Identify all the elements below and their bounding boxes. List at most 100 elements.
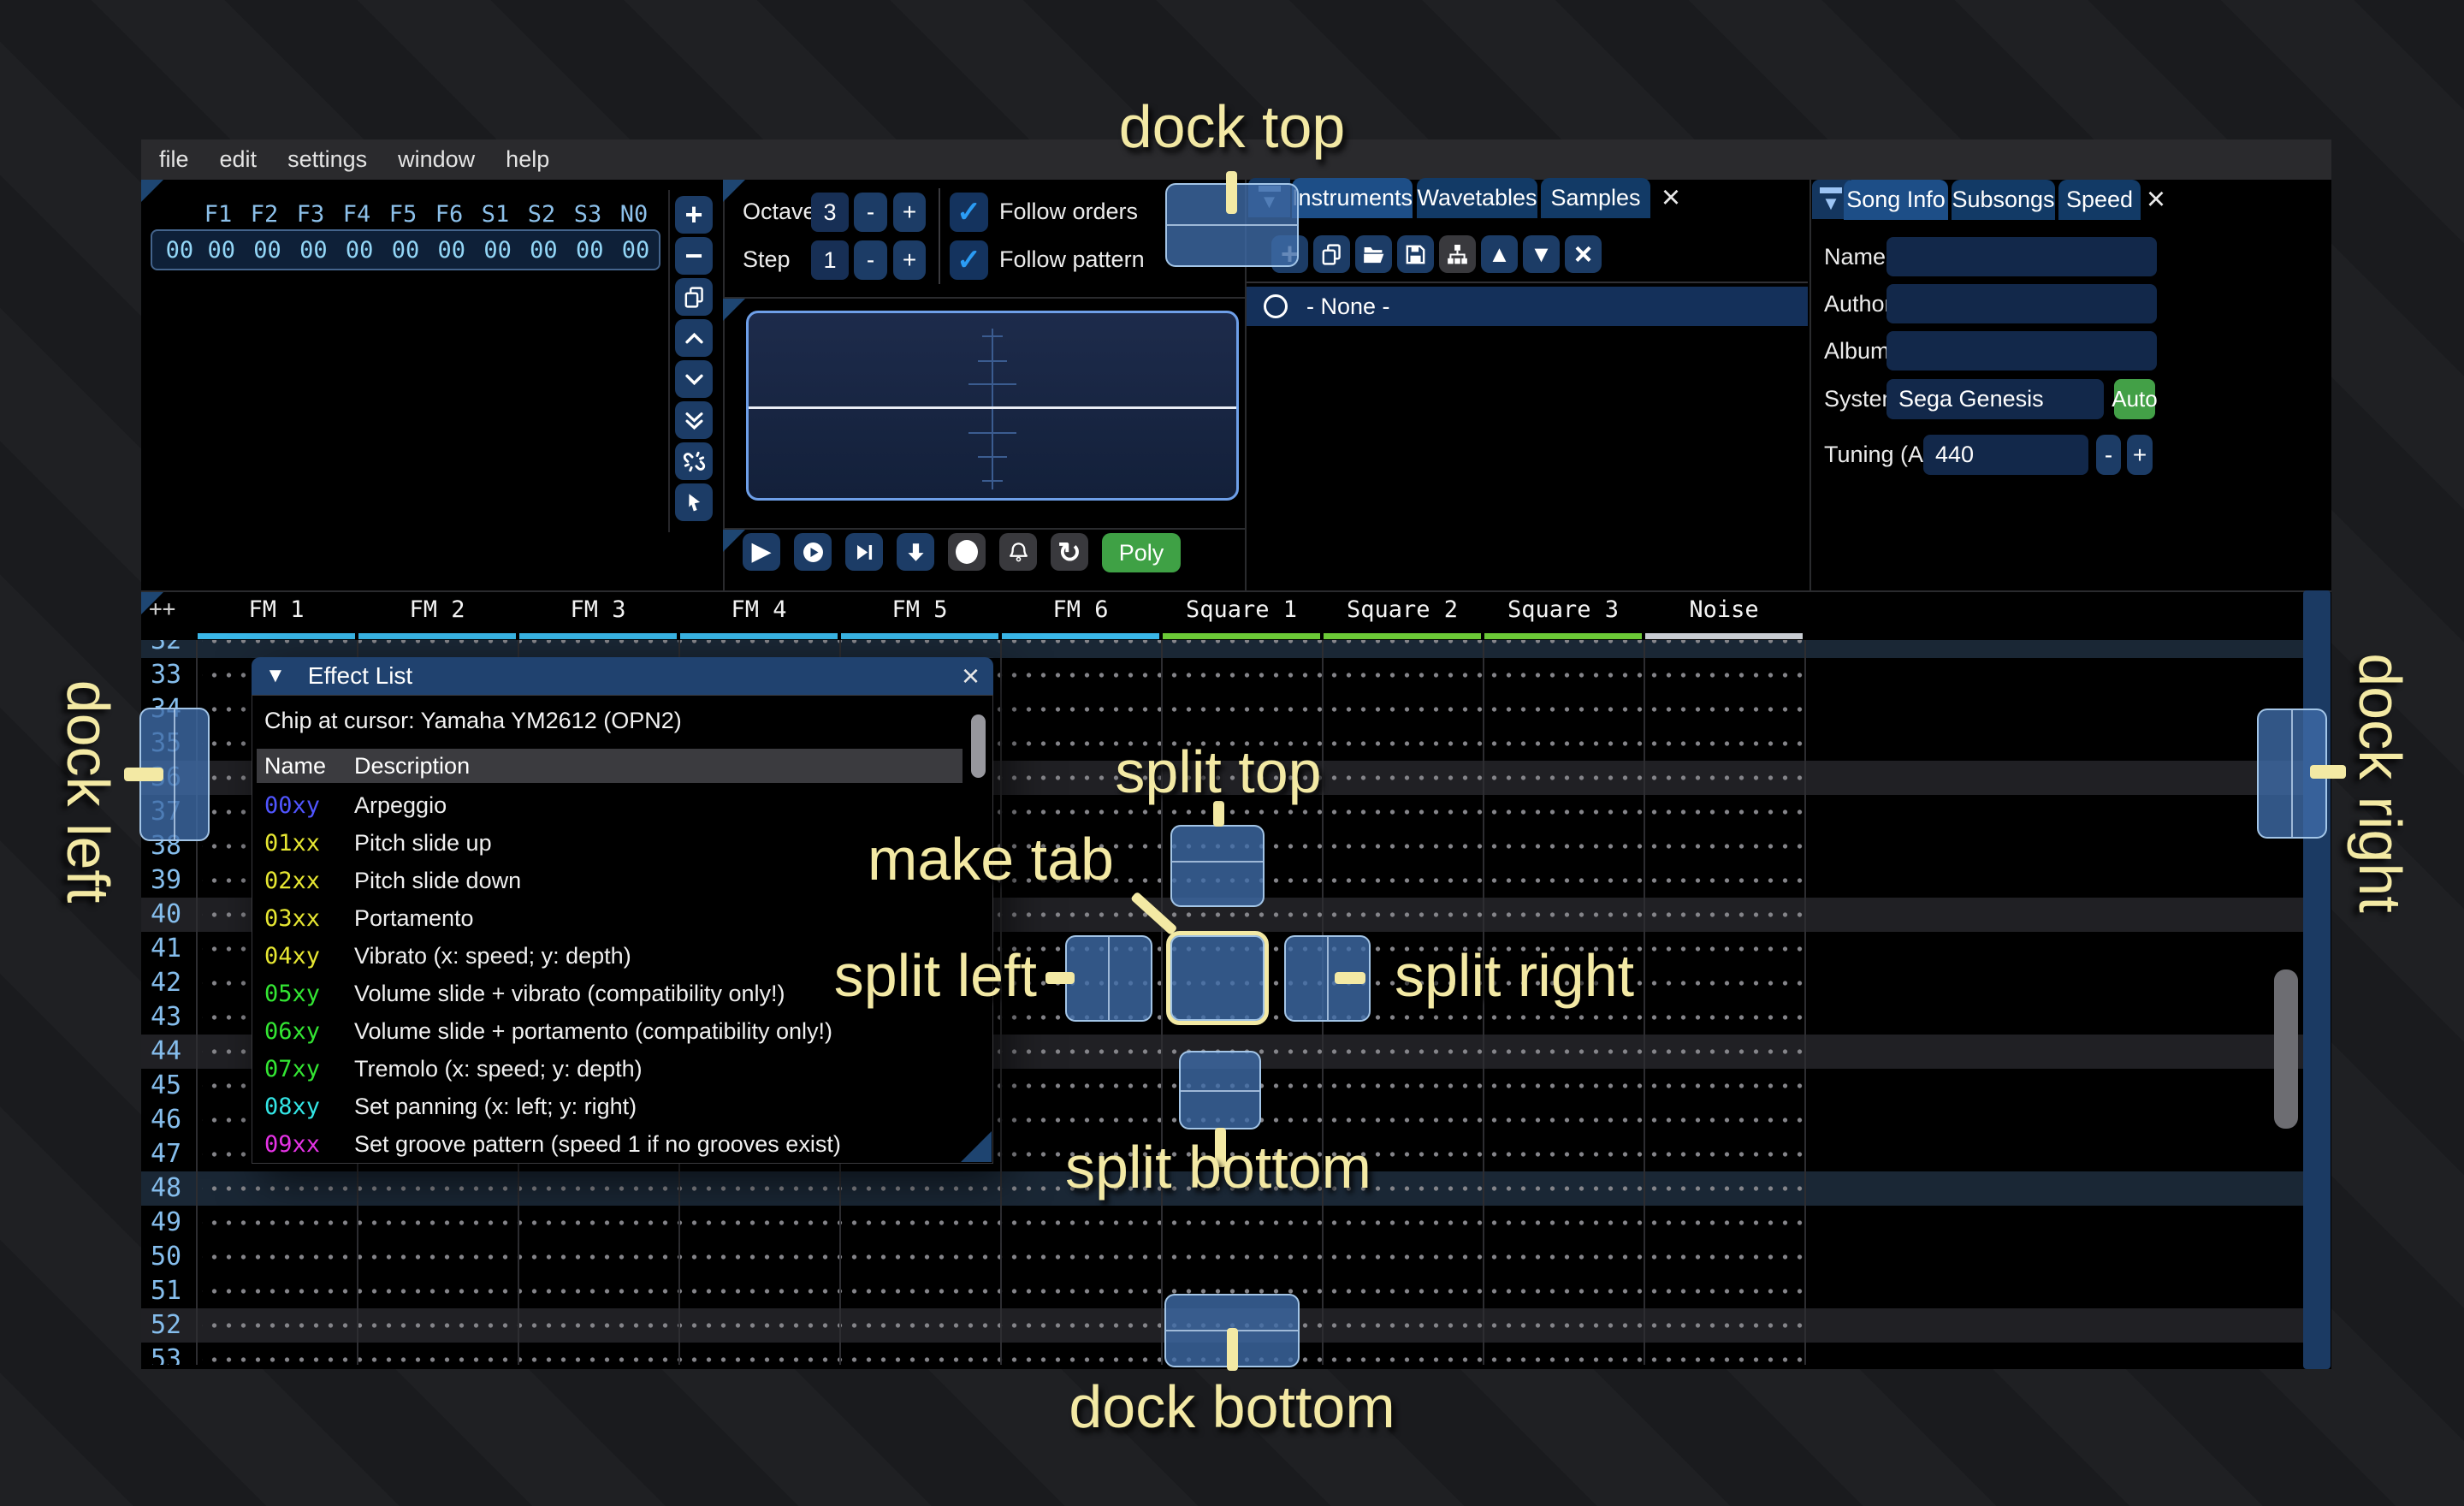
make-tab-target[interactable] xyxy=(1166,931,1269,1025)
order-cell[interactable]: 00 xyxy=(245,237,291,264)
close-icon[interactable]: × xyxy=(962,658,980,694)
orders-channel-header[interactable]: S3 xyxy=(565,201,611,228)
effect-list-scrollbar-thumb[interactable] xyxy=(971,714,986,778)
step-minus-button[interactable]: - xyxy=(854,240,887,280)
orders-selected-row[interactable]: 0000000000000000000000 xyxy=(151,229,660,270)
channel-header-square-1[interactable]: Square 1 xyxy=(1161,596,1322,626)
orders-channel-header[interactable]: F3 xyxy=(287,201,334,228)
instrument-save-button[interactable] xyxy=(1397,235,1434,273)
tuning-plus-button[interactable]: + xyxy=(2127,435,2153,475)
split-left-target[interactable] xyxy=(1065,935,1152,1022)
channel-header-noise[interactable]: Noise xyxy=(1644,596,1804,626)
octave-plus-button[interactable]: + xyxy=(893,193,926,232)
orders-minus-button[interactable]: − xyxy=(675,237,713,275)
tab-instruments[interactable]: Instruments xyxy=(1292,178,1413,218)
repeat-button[interactable]: ↻ xyxy=(1051,533,1088,571)
instrument-list-item[interactable]: - None - xyxy=(1247,287,1808,326)
effect-list-titlebar[interactable]: ▼ Effect List × xyxy=(252,657,993,695)
split-bottom-target[interactable] xyxy=(1179,1051,1261,1130)
orders-channel-header[interactable]: N0 xyxy=(611,201,657,228)
orders-channel-header[interactable]: S1 xyxy=(472,201,518,228)
empty-note-cells[interactable] xyxy=(202,1274,1805,1308)
orders-channel-header[interactable]: S2 xyxy=(518,201,565,228)
effect-row-06xy[interactable]: 06xyVolume slide + portamento (compatibi… xyxy=(257,1012,975,1050)
effect-row-09xx[interactable]: 09xxSet groove pattern (speed 1 if no gr… xyxy=(257,1125,975,1163)
system-field[interactable]: Sega Genesis xyxy=(1886,379,2104,419)
menu-item-help[interactable]: help xyxy=(506,146,549,173)
empty-note-cells[interactable] xyxy=(202,1171,1805,1206)
auto-system-button[interactable]: Auto xyxy=(2114,379,2155,419)
tuning-field[interactable]: 440 xyxy=(1923,435,2088,475)
tab-samples[interactable]: Samples xyxy=(1541,178,1650,218)
play-to-cursor-button[interactable] xyxy=(845,533,883,571)
channel-header-fm-5[interactable]: FM 5 xyxy=(839,596,1000,626)
instrument-duplicate-button[interactable] xyxy=(1313,235,1350,273)
tab-speed[interactable]: Speed xyxy=(2058,180,2141,220)
menu-item-file[interactable]: file xyxy=(159,146,189,173)
channel-header-fm-3[interactable]: FM 3 xyxy=(518,596,678,626)
effect-row-00xy[interactable]: 00xyArpeggio xyxy=(257,786,975,824)
step-plus-button[interactable]: + xyxy=(893,240,926,280)
empty-note-cells[interactable] xyxy=(202,1240,1805,1274)
orders-channel-header[interactable]: F5 xyxy=(380,201,426,228)
album-field[interactable] xyxy=(1886,331,2157,371)
orders-chevron-up-button[interactable] xyxy=(675,319,713,357)
pattern-scrollbar-thumb[interactable] xyxy=(2274,969,2298,1129)
menu-item-settings[interactable]: settings xyxy=(287,146,367,173)
order-cell[interactable]: 00 xyxy=(521,237,567,264)
empty-note-cells[interactable] xyxy=(202,1343,1805,1365)
follow-orders-checkbox[interactable]: ✓ xyxy=(950,193,988,232)
instrument-triangle-up-button[interactable]: ▲ xyxy=(1481,235,1518,273)
effect-row-07xy[interactable]: 07xyTremolo (x: speed; y: depth) xyxy=(257,1050,975,1088)
collapse-icon[interactable]: ▼ xyxy=(265,664,286,688)
split-top-target[interactable] xyxy=(1170,825,1265,907)
order-cell[interactable]: 00 xyxy=(566,237,613,264)
orders-unlink-button[interactable] xyxy=(675,442,713,480)
tuning-minus-button[interactable]: - xyxy=(2096,435,2121,475)
pattern-row-50[interactable]: 50 xyxy=(141,1240,2303,1274)
pattern-expand-control[interactable]: ++ xyxy=(149,596,175,622)
pattern-right-scrollbar-track[interactable] xyxy=(2303,590,2331,1369)
channel-header-square-3[interactable]: Square 3 xyxy=(1483,596,1644,626)
bell-button[interactable] xyxy=(999,533,1037,571)
tab-subsongs[interactable]: Subsongs xyxy=(1952,180,2055,220)
close-icon[interactable]: × xyxy=(1655,182,1687,213)
effect-row-08xy[interactable]: 08xySet panning (x: left; y: right) xyxy=(257,1088,975,1125)
orders-channel-header[interactable]: F2 xyxy=(241,201,287,228)
orders-channel-header[interactable]: F4 xyxy=(334,201,380,228)
play-circle-button[interactable] xyxy=(794,533,832,571)
stop-button[interactable] xyxy=(948,533,986,571)
order-cell[interactable]: 00 xyxy=(336,237,382,264)
close-icon[interactable]: × xyxy=(2141,184,2171,215)
resize-grip-icon[interactable] xyxy=(961,1131,992,1162)
author-field[interactable] xyxy=(1886,284,2157,323)
order-cell[interactable]: 00 xyxy=(475,237,521,264)
empty-note-cells[interactable] xyxy=(202,1206,1805,1240)
orders-channel-header[interactable]: F1 xyxy=(195,201,241,228)
order-cell[interactable]: 00 xyxy=(382,237,429,264)
step-value[interactable]: 1 xyxy=(811,240,849,280)
orders-plus-button[interactable]: + xyxy=(675,196,713,234)
orders-double-chevron-down-button[interactable] xyxy=(675,401,713,439)
octave-minus-button[interactable]: - xyxy=(854,193,887,232)
channel-header-fm-2[interactable]: FM 2 xyxy=(357,596,518,626)
orders-chevron-down-button[interactable] xyxy=(675,360,713,398)
effect-list-column-header[interactable]: Name Description xyxy=(257,749,962,783)
orders-cursor-button[interactable] xyxy=(675,483,713,521)
tab-wavetables[interactable]: Wavetables xyxy=(1417,178,1537,218)
octave-value[interactable]: 3 xyxy=(811,193,849,232)
channel-header-fm-6[interactable]: FM 6 xyxy=(1000,596,1161,626)
follow-pattern-checkbox[interactable]: ✓ xyxy=(950,240,988,280)
step-down-button[interactable] xyxy=(897,533,934,571)
order-cell[interactable]: 00 xyxy=(613,237,659,264)
order-cell[interactable]: 00 xyxy=(198,237,245,264)
instrument-tree-button[interactable] xyxy=(1439,235,1476,273)
instrument-triangle-down-button[interactable]: ▼ xyxy=(1523,235,1560,273)
orders-duplicate-button[interactable] xyxy=(675,278,713,316)
play-button[interactable]: ▶ xyxy=(743,533,780,571)
effect-row-03xx[interactable]: 03xxPortamento xyxy=(257,899,975,937)
pattern-row-49[interactable]: 49 xyxy=(141,1206,2303,1240)
instrument-delete-x-button[interactable]: × xyxy=(1565,235,1602,273)
empty-note-cells[interactable] xyxy=(202,640,1805,658)
menu-item-edit[interactable]: edit xyxy=(220,146,258,173)
